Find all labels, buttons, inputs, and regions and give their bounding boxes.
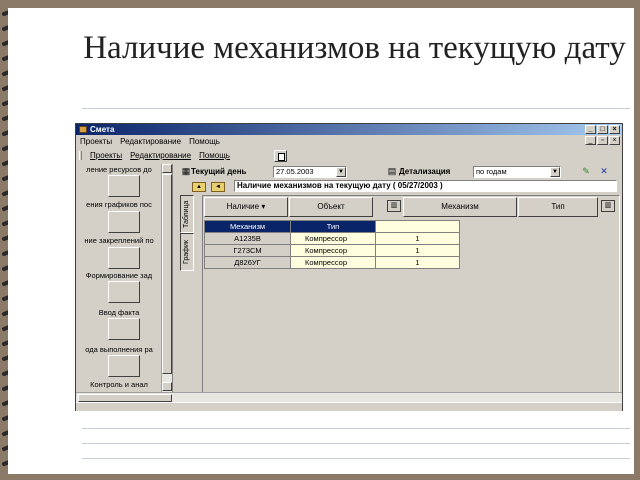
menu2-help[interactable]: Помощь bbox=[199, 150, 230, 161]
table-row[interactable]: Д826УГ Компрессор 1 bbox=[204, 256, 460, 269]
nav-label: ения графиков пос bbox=[86, 200, 152, 209]
app-icon bbox=[79, 126, 87, 133]
nav-button-assignments[interactable] bbox=[108, 247, 140, 269]
detail-value: по годам bbox=[476, 167, 507, 176]
value-cell: 1 bbox=[375, 256, 460, 269]
window-titlebar: Смета _ □ × bbox=[76, 124, 622, 135]
vertical-tabs: Таблица График bbox=[180, 195, 194, 271]
scroll-up-arrow[interactable] bbox=[162, 164, 172, 173]
nav-button-schedules[interactable] bbox=[108, 211, 140, 233]
nav-button-progress[interactable] bbox=[108, 355, 140, 377]
nav-label: Контроль и анал bbox=[90, 380, 148, 389]
current-day-value: 27.05.2003 bbox=[276, 167, 314, 176]
current-day-combo[interactable]: 27.05.2003 ▼ bbox=[273, 166, 347, 178]
current-day-label: Текущий день bbox=[191, 167, 247, 176]
ruled-line bbox=[82, 108, 630, 109]
menu2-edit[interactable]: Редактирование bbox=[130, 150, 191, 161]
chevron-down-icon[interactable]: ▼ bbox=[336, 167, 346, 177]
excel-export-icon[interactable]: ✎ bbox=[579, 166, 593, 176]
detail-label: Детализация bbox=[399, 167, 451, 176]
mechanism-cell: А1235В bbox=[204, 232, 291, 245]
toolbar-grip[interactable] bbox=[79, 151, 82, 160]
column-header[interactable]: Тип bbox=[290, 220, 376, 233]
tab-table[interactable]: Таблица bbox=[180, 195, 194, 233]
maximize-button[interactable]: □ bbox=[597, 125, 608, 134]
table-header-row: Механизм Тип bbox=[204, 220, 460, 233]
ruled-line bbox=[82, 428, 630, 429]
detail-combo[interactable]: по годам ▼ bbox=[473, 166, 561, 178]
slide-title: Наличие механизмов на текущую дату bbox=[83, 30, 626, 66]
mechanism-cell: Г273СМ bbox=[204, 244, 291, 257]
pivot-col-field-object[interactable]: Объект bbox=[289, 197, 373, 217]
type-cell: Компрессор bbox=[290, 244, 376, 257]
nav-label: Формирование зад bbox=[85, 271, 153, 280]
scroll-down-arrow[interactable] bbox=[162, 382, 172, 391]
value-cell: 1 bbox=[375, 244, 460, 257]
mechanism-cell: Д826УГ bbox=[204, 256, 291, 269]
window-title: Смета bbox=[90, 125, 115, 134]
child-restore-button[interactable]: ▫ bbox=[597, 136, 608, 145]
chevron-down-icon[interactable]: ▼ bbox=[550, 167, 560, 177]
menu-edit[interactable]: Редактирование bbox=[120, 136, 181, 147]
type-cell: Компрессор bbox=[290, 256, 376, 269]
pivot-layout-icon[interactable]: ▥ bbox=[387, 200, 401, 212]
pivot-row-field[interactable]: Наличие ▾ bbox=[204, 197, 288, 217]
nav-button-tasks[interactable] bbox=[108, 281, 140, 303]
main-menubar: Проекты Редактирование Помощь bbox=[76, 136, 220, 147]
nav-label: Ввод факта bbox=[98, 308, 140, 317]
table-row[interactable]: Г273СМ Компрессор 1 bbox=[204, 244, 460, 257]
pivot-settings-icon[interactable]: ▥ bbox=[601, 200, 615, 212]
close-report-icon[interactable]: ✕ bbox=[597, 166, 611, 176]
menu-help[interactable]: Помощь bbox=[189, 136, 220, 147]
menu-projects[interactable]: Проекты bbox=[80, 136, 112, 147]
left-navigation-panel: ление ресурсов до ения графиков пос ние … bbox=[76, 164, 173, 392]
folder-up-icon[interactable]: ▲ bbox=[192, 182, 206, 192]
left-panel-scrollbar[interactable] bbox=[161, 164, 172, 392]
nav-label: ние закреплений по bbox=[84, 236, 154, 245]
nav-button-resources[interactable] bbox=[108, 175, 140, 197]
tab-chart[interactable]: График bbox=[180, 233, 194, 271]
child-minimize-button[interactable]: _ bbox=[585, 136, 596, 145]
scroll-thumb[interactable] bbox=[78, 394, 172, 402]
minimize-button[interactable]: _ bbox=[585, 125, 596, 134]
nav-button-fact-input[interactable] bbox=[108, 318, 140, 340]
pivot-grid: Наличие ▾ Объект ▥ Механизм Тип ▥ Механи… bbox=[202, 195, 620, 398]
column-header[interactable]: Механизм bbox=[204, 220, 291, 233]
ruled-line bbox=[82, 458, 630, 459]
value-cell: 1 bbox=[375, 232, 460, 245]
menu2-projects[interactable]: Проекты bbox=[90, 150, 122, 161]
calculator-icon[interactable] bbox=[274, 150, 287, 162]
secondary-menubar: Проекты Редактирование Помощь bbox=[76, 150, 230, 161]
ruled-line bbox=[82, 443, 630, 444]
column-header bbox=[375, 220, 460, 233]
status-bar bbox=[76, 402, 622, 411]
scroll-thumb[interactable] bbox=[162, 174, 172, 374]
folder-back-icon[interactable]: ◄ bbox=[211, 182, 225, 192]
close-button[interactable]: × bbox=[609, 125, 620, 134]
pivot-col-field-type[interactable]: Тип bbox=[518, 197, 598, 217]
nav-label: ода выполнения ра bbox=[85, 345, 153, 354]
app-window: Смета _ □ × Проекты Редактирование Помощ… bbox=[75, 123, 623, 411]
nav-label: ление ресурсов до bbox=[86, 165, 152, 174]
pivot-col-field-mechanism[interactable]: Механизм bbox=[403, 197, 517, 217]
table-row[interactable]: А1235В Компрессор 1 bbox=[204, 232, 460, 245]
type-cell: Компрессор bbox=[290, 232, 376, 245]
detail-icon[interactable]: ▤ bbox=[385, 166, 399, 176]
horizontal-scrollbar[interactable] bbox=[76, 392, 622, 402]
child-close-button[interactable]: × bbox=[609, 136, 620, 145]
report-panel: ▦ Текущий день 27.05.2003 ▼ ▤ Детализаци… bbox=[177, 164, 620, 400]
data-table: Механизм Тип А1235В Компрессор 1 Г273СМ … bbox=[204, 220, 460, 269]
report-path: Наличие механизмов на текущую дату ( 05/… bbox=[234, 180, 617, 192]
